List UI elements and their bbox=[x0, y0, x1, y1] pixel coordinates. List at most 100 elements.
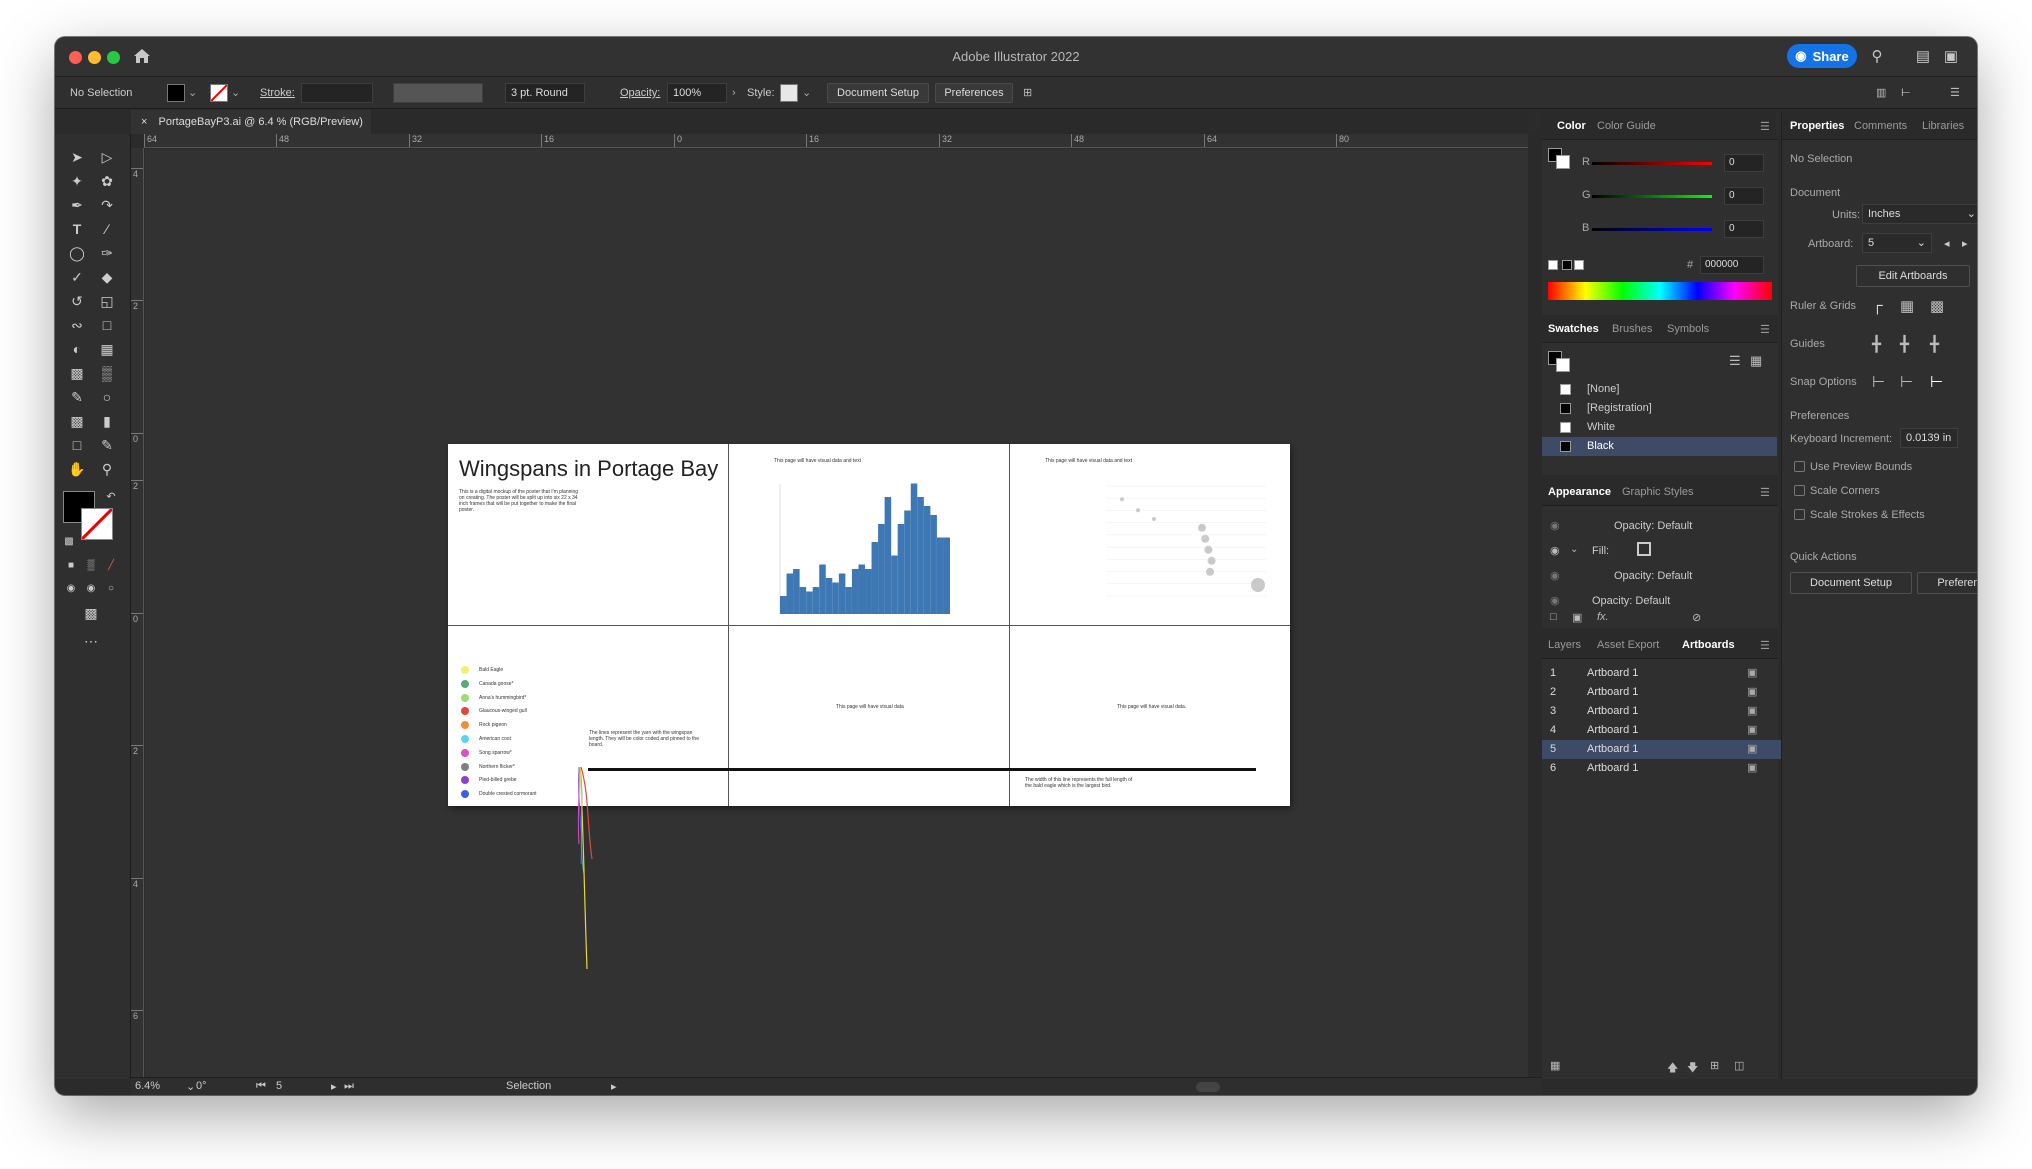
chevron-down-icon[interactable]: ⌄ bbox=[802, 85, 811, 101]
tab-properties[interactable]: Properties bbox=[1790, 120, 1844, 132]
stroke-color-box[interactable] bbox=[1556, 155, 1570, 169]
default-colors-icon[interactable]: ▩ bbox=[57, 531, 81, 553]
stroke-color-box[interactable] bbox=[1556, 358, 1570, 372]
fill-swatch-icon[interactable] bbox=[1637, 542, 1651, 556]
snap-to-point-icon[interactable]: ⊢ bbox=[1872, 373, 1885, 391]
play-icon[interactable]: ▸ bbox=[611, 1080, 617, 1093]
swatch-row[interactable]: Black bbox=[1542, 437, 1777, 456]
draw-inside-icon[interactable]: ○ bbox=[99, 578, 123, 600]
none-swatch[interactable] bbox=[1548, 260, 1558, 270]
tab-graphic-styles[interactable]: Graphic Styles bbox=[1622, 486, 1694, 498]
screen-mode-icon[interactable]: ▣ bbox=[1941, 47, 1961, 67]
vertical-scrollbar[interactable] bbox=[1528, 134, 1542, 1079]
tab-brushes[interactable]: Brushes bbox=[1612, 323, 1652, 335]
transparency-grid-icon[interactable]: ▩ bbox=[1930, 297, 1944, 315]
next-artboard-icon[interactable]: ▸ bbox=[331, 1080, 337, 1093]
artboard-number[interactable]: 5 bbox=[276, 1080, 282, 1092]
preferences-button[interactable]: Preferences bbox=[935, 83, 1013, 103]
hand-tool-icon[interactable]: ✋ bbox=[65, 458, 89, 480]
panel-menu-icon[interactable]: ☰ bbox=[1760, 639, 1770, 652]
preferences-button[interactable]: Preferences bbox=[1917, 572, 1977, 594]
artboard-row[interactable]: 5 Artboard 1 ▣ bbox=[1542, 740, 1782, 759]
column-graph-icon[interactable]: ▮ bbox=[95, 410, 119, 432]
none-mode-icon[interactable]: ╱ bbox=[99, 555, 123, 577]
keyboard-increment-field[interactable]: 0.0139 in bbox=[1900, 428, 1958, 448]
align-left-icon[interactable]: ⊢ bbox=[1901, 85, 1911, 101]
zoom-level[interactable]: 6.4% bbox=[135, 1080, 160, 1092]
share-button[interactable]: ◉ Share bbox=[1787, 44, 1857, 68]
artboard-options-icon[interactable]: ▣ bbox=[1747, 666, 1757, 679]
swatch-row[interactable]: [None] bbox=[1542, 380, 1777, 399]
move-up-icon[interactable]: 🡅 bbox=[1667, 1059, 1678, 1078]
opacity-row[interactable]: Opacity: Default bbox=[1614, 570, 1692, 582]
stroke-label[interactable]: Stroke: bbox=[260, 85, 295, 101]
opacity-field[interactable]: 100% bbox=[667, 83, 727, 103]
grid-view-icon[interactable]: ▦ bbox=[1750, 353, 1762, 369]
more-tools-icon[interactable]: ⋯ bbox=[79, 630, 103, 652]
smart-guides-icon[interactable]: ╋ bbox=[1900, 335, 1909, 353]
tab-symbols[interactable]: Symbols bbox=[1667, 323, 1709, 335]
eye-icon[interactable]: ◉ bbox=[1550, 544, 1560, 557]
artboard-options-icon[interactable]: ▣ bbox=[1747, 761, 1757, 774]
tab-comments[interactable]: Comments bbox=[1854, 120, 1907, 132]
eye-icon[interactable]: ◉ bbox=[1550, 569, 1560, 582]
blend-tool-icon[interactable]: ○ bbox=[95, 386, 119, 408]
shaper-tool-icon[interactable]: ✓ bbox=[65, 266, 89, 288]
swatch-row[interactable]: [Registration] bbox=[1542, 399, 1777, 418]
panel-menu-icon[interactable]: ☰ bbox=[1760, 120, 1770, 133]
horizontal-scroll-thumb[interactable] bbox=[1196, 1082, 1220, 1092]
fill-row[interactable]: Fill: bbox=[1592, 545, 1609, 557]
brush-definition[interactable]: 3 pt. Round bbox=[505, 83, 585, 103]
artboard-dropdown[interactable]: 5 ⌄ bbox=[1862, 233, 1932, 253]
gradient-tool-icon[interactable]: ▒ bbox=[95, 362, 119, 384]
panel-menu-icon[interactable]: ☰ bbox=[1760, 486, 1770, 499]
paintbrush-icon[interactable]: ✑ bbox=[95, 242, 119, 264]
rotate-tool-icon[interactable]: ↺ bbox=[65, 290, 89, 312]
artboard-row[interactable]: 6 Artboard 1 ▣ bbox=[1542, 759, 1782, 778]
artboard-row[interactable]: 2 Artboard 1 ▣ bbox=[1542, 683, 1782, 702]
hex-value[interactable]: 000000 bbox=[1700, 256, 1764, 274]
search-icon[interactable]: ⚲ bbox=[1867, 47, 1887, 67]
scale-strokes-checkbox[interactable] bbox=[1794, 509, 1805, 520]
color-spectrum[interactable] bbox=[1548, 282, 1772, 300]
g-value[interactable]: 0 bbox=[1724, 187, 1764, 205]
last-artboard-icon[interactable]: ⏭ bbox=[344, 1080, 354, 1093]
stroke-swatch[interactable] bbox=[210, 84, 228, 102]
tab-libraries[interactable]: Libraries bbox=[1922, 120, 1964, 132]
tab-appearance[interactable]: Appearance bbox=[1548, 486, 1611, 498]
edit-artboards-button[interactable]: Edit Artboards bbox=[1856, 265, 1970, 287]
rotation-angle[interactable]: 0° bbox=[196, 1080, 207, 1092]
lasso-icon[interactable]: ✿ bbox=[95, 170, 119, 192]
fill-swatch[interactable] bbox=[167, 84, 185, 102]
transform-icon[interactable]: ⊞ bbox=[1023, 85, 1032, 101]
artboard-row[interactable]: 1 Artboard 1 ▣ bbox=[1542, 664, 1782, 683]
shape-builder-icon[interactable]: ◐ bbox=[65, 338, 89, 360]
panel-menu-icon[interactable]: ☰ bbox=[1950, 85, 1960, 101]
magic-wand-icon[interactable]: ✦ bbox=[65, 170, 89, 192]
screen-mode-toggle-icon[interactable]: ▩ bbox=[79, 602, 103, 624]
tab-swatches[interactable]: Swatches bbox=[1548, 323, 1599, 335]
fx-icon[interactable]: fx. bbox=[1597, 611, 1609, 623]
document-tab[interactable]: × PortageBayP3.ai @ 6.4 % (RGB/Preview) bbox=[131, 110, 371, 134]
style-swatch[interactable] bbox=[780, 84, 798, 102]
eyedropper-icon[interactable]: ✎ bbox=[65, 386, 89, 408]
symbol-sprayer-icon[interactable]: ▩ bbox=[65, 410, 89, 432]
artboard-row[interactable]: 4 Artboard 1 ▣ bbox=[1542, 721, 1782, 740]
tab-color[interactable]: Color bbox=[1557, 120, 1586, 132]
black-swatch[interactable] bbox=[1562, 260, 1572, 270]
curvature-tool-icon[interactable]: ↷ bbox=[95, 194, 119, 216]
perspective-grid-icon[interactable]: ▦ bbox=[95, 338, 119, 360]
eye-icon[interactable]: ◉ bbox=[1550, 519, 1560, 532]
type-tool-icon[interactable]: T bbox=[65, 218, 89, 240]
selection-tool-icon[interactable]: ➤ bbox=[65, 146, 89, 168]
scale-tool-icon[interactable]: ◱ bbox=[95, 290, 119, 312]
tab-layers[interactable]: Layers bbox=[1548, 639, 1581, 651]
add-fill-icon[interactable]: ▣ bbox=[1572, 611, 1582, 624]
chevron-down-icon[interactable]: ⌄ bbox=[231, 85, 240, 101]
previous-artboard-icon[interactable]: ◂ bbox=[1944, 237, 1950, 250]
stroke-color-box[interactable] bbox=[80, 507, 114, 541]
variable-width-profile[interactable] bbox=[393, 83, 483, 103]
warp-tool-icon[interactable]: ∾ bbox=[65, 314, 89, 336]
white-swatch[interactable] bbox=[1574, 260, 1584, 270]
tab-color-guide[interactable]: Color Guide bbox=[1597, 120, 1656, 132]
